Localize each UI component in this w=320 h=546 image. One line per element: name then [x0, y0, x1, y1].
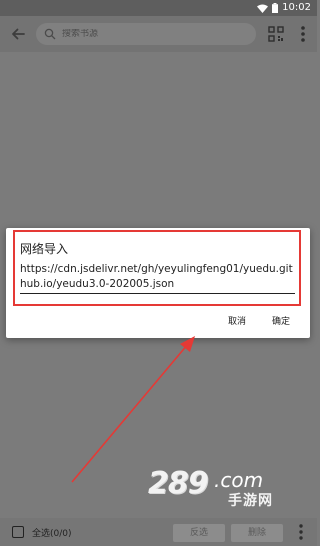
watermark-suffix: .com — [214, 468, 264, 492]
invert-selection-button[interactable]: 反选 — [173, 524, 225, 542]
bottom-bar: 全选(0/0) 反选 删除 — [0, 518, 317, 546]
select-all-checkbox[interactable] — [12, 526, 24, 538]
bottom-more-icon[interactable] — [296, 522, 306, 542]
status-icons: 10:02 — [257, 1, 311, 15]
status-bar: 10:02 — [0, 0, 317, 16]
watermark-cn: 手游网 — [228, 493, 273, 509]
app-bar — [0, 16, 317, 52]
site-watermark: 289 .com 手游网 — [148, 466, 298, 514]
status-time: 10:02 — [282, 2, 311, 13]
delete-button[interactable]: 删除 — [231, 524, 283, 542]
wifi-icon — [257, 4, 269, 13]
qr-code-icon[interactable] — [268, 25, 284, 43]
search-icon — [44, 28, 56, 40]
search-box[interactable] — [36, 23, 256, 45]
watermark-number: 289 — [148, 466, 209, 501]
network-import-dialog: 网络导入 https://cdn.jsdelivr.net/gh/yeyulin… — [6, 228, 310, 338]
search-input[interactable] — [62, 29, 242, 39]
dialog-title: 网络导入 — [20, 242, 69, 256]
battery-icon — [272, 3, 279, 13]
cancel-button[interactable]: 取消 — [228, 314, 246, 327]
select-all-label[interactable]: 全选(0/0) — [32, 526, 72, 539]
url-input-field[interactable]: https://cdn.jsdelivr.net/gh/yeyulingfeng… — [20, 262, 294, 292]
url-field-underline — [20, 293, 295, 294]
more-vert-icon[interactable] — [296, 24, 310, 44]
confirm-button[interactable]: 确定 — [272, 314, 290, 327]
back-arrow-icon[interactable] — [8, 24, 28, 44]
